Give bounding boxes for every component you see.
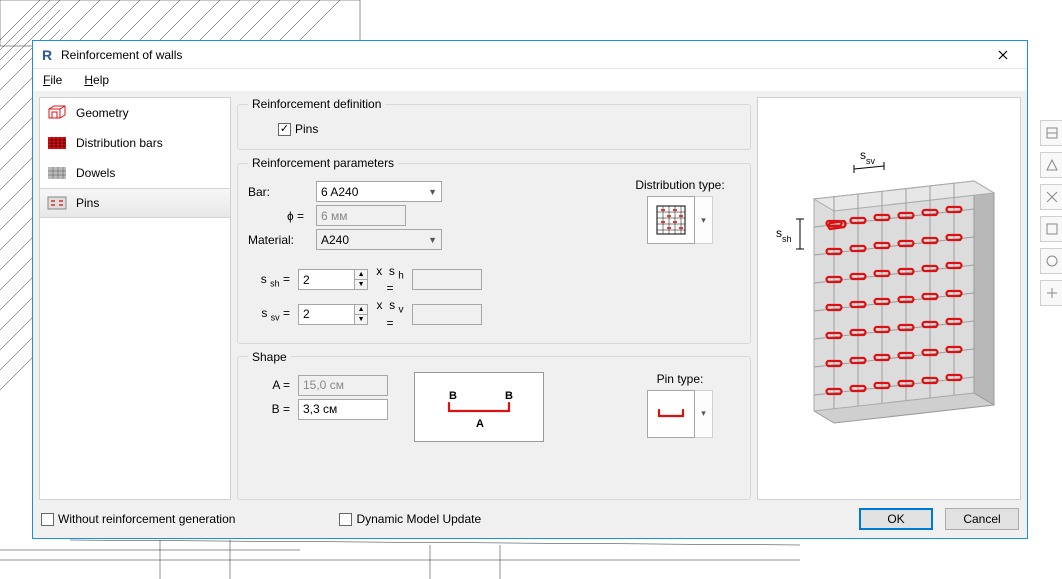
check-without-generation[interactable]: Without reinforcement generation bbox=[41, 512, 235, 526]
dialog-reinforcement-of-walls: R Reinforcement of walls File Help Geome… bbox=[32, 40, 1028, 539]
a-label: A = bbox=[248, 378, 290, 392]
titlebar: R Reinforcement of walls bbox=[33, 41, 1027, 69]
nav-pins-label: Pins bbox=[76, 196, 99, 210]
dock-icon-2[interactable] bbox=[1040, 152, 1062, 178]
material-combo[interactable]: A240 ▼ bbox=[316, 229, 442, 250]
close-button[interactable] bbox=[983, 42, 1023, 68]
nav-distribution-bars-label: Distribution bars bbox=[76, 136, 163, 150]
group-shape: Shape A = 15,0 см B = 3,3 см bbox=[237, 350, 751, 500]
spin-down-icon[interactable]: ▼ bbox=[355, 279, 367, 289]
sh-x: x s h = bbox=[376, 264, 404, 295]
dock-icon-1[interactable] bbox=[1040, 120, 1062, 146]
shape-diagram: B B A bbox=[414, 372, 544, 442]
diameter-field: 6 мм bbox=[316, 205, 406, 226]
preview-panel: ssv ssh bbox=[757, 97, 1021, 500]
a-field: 15,0 см bbox=[298, 375, 388, 396]
pin-type-label: Pin type: bbox=[620, 372, 740, 386]
app-icon: R bbox=[39, 47, 55, 63]
svg-text:B: B bbox=[505, 390, 513, 402]
group-definition-legend: Reinforcement definition bbox=[248, 97, 385, 111]
pins-icon bbox=[46, 195, 68, 211]
distribution-type-icon bbox=[653, 202, 689, 238]
ssh-label: s sh = bbox=[248, 272, 290, 288]
check-pins[interactable]: Pins bbox=[278, 122, 318, 136]
pin-type-icon bbox=[651, 404, 691, 424]
dock-icon-3[interactable] bbox=[1040, 184, 1062, 210]
group-shape-legend: Shape bbox=[248, 350, 291, 364]
material-combo-value: A240 bbox=[321, 233, 349, 247]
checkbox-icon bbox=[278, 123, 291, 136]
dock-icon-5[interactable] bbox=[1040, 248, 1062, 274]
nav-pins[interactable]: Pins bbox=[40, 188, 230, 218]
nav-dowels-label: Dowels bbox=[76, 166, 115, 180]
ssh-input[interactable] bbox=[299, 270, 354, 289]
b-label: B = bbox=[248, 402, 290, 416]
check-dynamic-update[interactable]: Dynamic Model Update bbox=[339, 512, 481, 526]
dock-icon-4[interactable] bbox=[1040, 216, 1062, 242]
svg-text:ssh: ssh bbox=[776, 226, 792, 244]
group-parameters-legend: Reinforcement parameters bbox=[248, 156, 398, 170]
distribution-type-dropdown[interactable]: ▾ bbox=[695, 196, 713, 244]
pin-type-button[interactable] bbox=[647, 390, 695, 438]
menu-help[interactable]: Help bbox=[78, 71, 115, 89]
nav-geometry-label: Geometry bbox=[76, 106, 129, 120]
distribution-type-label: Distribution type: bbox=[620, 178, 740, 192]
chevron-down-icon: ▼ bbox=[428, 235, 437, 245]
spin-down-icon[interactable]: ▼ bbox=[355, 314, 367, 324]
chevron-down-icon: ▼ bbox=[428, 187, 437, 197]
svg-text:B: B bbox=[449, 390, 457, 402]
diameter-label: ɸ = bbox=[248, 209, 308, 223]
right-dock bbox=[1040, 120, 1062, 306]
cancel-button[interactable]: Cancel bbox=[945, 508, 1019, 530]
menu-file[interactable]: File bbox=[37, 71, 68, 89]
nav-dowels[interactable]: Dowels bbox=[40, 158, 230, 188]
bottom-bar: Without reinforcement generation Dynamic… bbox=[33, 504, 1027, 538]
nav-panel: Geometry Distribution bars Dowels bbox=[39, 97, 231, 500]
group-parameters: Reinforcement parameters Bar: 6 A240 ▼ bbox=[237, 156, 751, 344]
sv-field bbox=[412, 304, 482, 325]
geometry-icon bbox=[46, 105, 68, 121]
checkbox-icon bbox=[41, 513, 54, 526]
nav-geometry[interactable]: Geometry bbox=[40, 98, 230, 128]
ssh-spinner[interactable]: ▲▼ bbox=[298, 269, 368, 290]
sh-field bbox=[412, 269, 482, 290]
distribution-type-button[interactable] bbox=[647, 196, 695, 244]
ssv-spinner[interactable]: ▲▼ bbox=[298, 304, 368, 325]
wall-3d-preview: ssv ssh bbox=[764, 109, 1014, 489]
window-title: Reinforcement of walls bbox=[61, 48, 977, 62]
group-definition: Reinforcement definition Pins bbox=[237, 97, 751, 150]
distribution-bars-icon bbox=[46, 135, 68, 151]
ssv-input[interactable] bbox=[299, 305, 354, 324]
checkbox-icon bbox=[339, 513, 352, 526]
center-panel: Reinforcement definition Pins Reinforcem… bbox=[237, 97, 751, 500]
b-field[interactable]: 3,3 см bbox=[298, 399, 388, 420]
check-pins-label: Pins bbox=[295, 122, 318, 136]
material-label: Material: bbox=[248, 233, 308, 247]
dowels-icon bbox=[46, 165, 68, 181]
check-without-generation-label: Without reinforcement generation bbox=[58, 512, 235, 526]
spin-up-icon[interactable]: ▲ bbox=[355, 270, 367, 279]
dock-icon-6[interactable] bbox=[1040, 280, 1062, 306]
menubar: File Help bbox=[33, 69, 1027, 91]
nav-distribution-bars[interactable]: Distribution bars bbox=[40, 128, 230, 158]
pin-type-dropdown[interactable]: ▾ bbox=[695, 390, 713, 438]
sv-x: x s v = bbox=[376, 298, 404, 329]
check-dynamic-update-label: Dynamic Model Update bbox=[356, 512, 481, 526]
svg-text:A: A bbox=[476, 418, 484, 430]
client-area: Geometry Distribution bars Dowels bbox=[33, 91, 1027, 538]
spin-up-icon[interactable]: ▲ bbox=[355, 305, 367, 314]
ssv-label: s sv = bbox=[248, 306, 290, 322]
close-icon bbox=[998, 50, 1008, 60]
bar-combo[interactable]: 6 A240 ▼ bbox=[316, 181, 442, 202]
bar-combo-value: 6 A240 bbox=[321, 185, 358, 199]
ok-button[interactable]: OK bbox=[859, 508, 933, 530]
bar-label: Bar: bbox=[248, 185, 308, 199]
svg-text:ssv: ssv bbox=[860, 148, 876, 166]
